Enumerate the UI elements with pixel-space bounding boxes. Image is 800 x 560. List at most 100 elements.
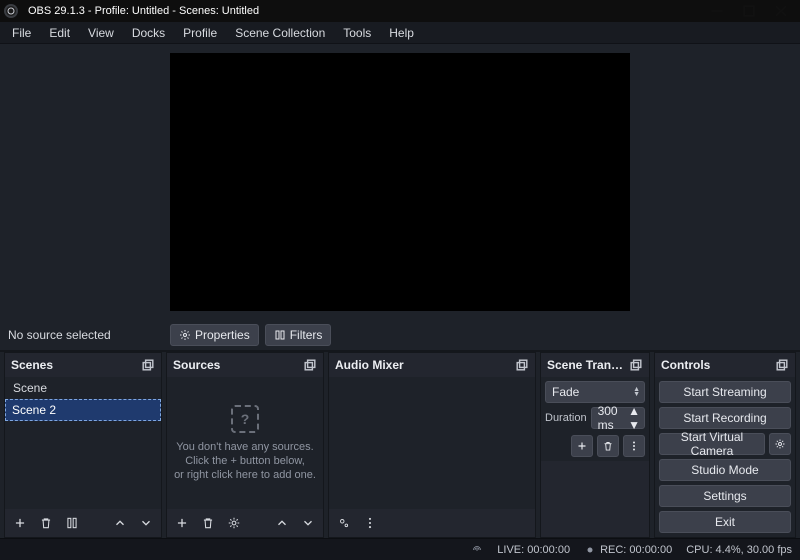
menu-docks[interactable]: Docks — [124, 24, 173, 42]
dots-vertical-icon — [627, 439, 641, 453]
preview-canvas[interactable] — [170, 53, 630, 311]
menu-profile[interactable]: Profile — [175, 24, 225, 42]
status-signal — [471, 544, 483, 556]
updown-icon: ▲▼ — [633, 387, 640, 397]
virtual-camera-settings-button[interactable] — [769, 433, 791, 455]
remove-source-button[interactable] — [197, 512, 219, 534]
transition-select[interactable]: Fade ▲▼ — [545, 381, 645, 403]
chevron-up-icon — [113, 516, 127, 530]
transition-properties-button[interactable] — [623, 435, 645, 457]
move-source-down-button[interactable] — [297, 512, 319, 534]
scenes-toolbar — [5, 509, 161, 537]
source-toolbar: No source selected Properties Filters — [0, 320, 800, 352]
mixer-menu-button[interactable] — [359, 512, 381, 534]
menu-tools[interactable]: Tools — [335, 24, 379, 42]
trash-icon — [39, 516, 53, 530]
exit-button[interactable]: Exit — [659, 511, 791, 533]
sources-header: Sources — [167, 353, 323, 377]
question-icon: ? — [231, 405, 259, 433]
minimize-button[interactable] — [710, 4, 724, 18]
menu-edit[interactable]: Edit — [41, 24, 78, 42]
scene-item[interactable]: Scene — [5, 377, 161, 399]
settings-button[interactable]: Settings — [659, 485, 791, 507]
sources-list[interactable]: ? You don't have any sources. Click the … — [167, 377, 323, 509]
chevron-down-icon — [139, 516, 153, 530]
sources-empty-state: ? You don't have any sources. Click the … — [167, 377, 323, 509]
menu-view[interactable]: View — [80, 24, 122, 42]
broadcast-icon — [471, 544, 483, 556]
updown-icon: ▲▼ — [628, 404, 640, 432]
move-scene-down-button[interactable] — [135, 512, 157, 534]
dots-vertical-icon — [363, 516, 377, 530]
gear-icon — [227, 516, 241, 530]
duration-label: Duration — [545, 412, 587, 424]
close-button[interactable] — [774, 4, 788, 18]
sources-dock: Sources ? You don't have any sources. Cl… — [166, 352, 324, 538]
scene-transitions-dock: Scene Transitions Fade ▲▼ Duration 300 m… — [540, 352, 650, 538]
plus-icon — [13, 516, 27, 530]
statusbar: LIVE: 00:00:00 REC: 00:00:00 CPU: 4.4%, … — [0, 538, 800, 560]
maximize-button[interactable] — [742, 4, 756, 18]
trash-icon — [601, 439, 615, 453]
popout-icon[interactable] — [141, 358, 155, 372]
menu-file[interactable]: File — [4, 24, 39, 42]
duration-spinner[interactable]: 300 ms ▲▼ — [591, 407, 645, 429]
scenes-header: Scenes — [5, 353, 161, 377]
controls-header: Controls — [655, 353, 795, 377]
controls-dock: Controls Start Streaming Start Recording… — [654, 352, 796, 538]
popout-icon[interactable] — [629, 358, 643, 372]
gear-icon — [179, 329, 191, 341]
menu-scene-collection[interactable]: Scene Collection — [227, 24, 333, 42]
window-controls — [710, 4, 796, 18]
gears-icon — [337, 516, 351, 530]
move-scene-up-button[interactable] — [109, 512, 131, 534]
audio-mixer-header: Audio Mixer — [329, 353, 535, 377]
status-cpu: CPU: 4.4%, 30.00 fps — [686, 544, 792, 556]
properties-button[interactable]: Properties — [170, 324, 259, 346]
scene-filters-button[interactable] — [61, 512, 83, 534]
start-recording-button[interactable]: Start Recording — [659, 407, 791, 429]
status-rec: REC: 00:00:00 — [584, 544, 672, 556]
titlebar: OBS 29.1.3 - Profile: Untitled - Scenes:… — [0, 0, 800, 22]
scenes-dock: Scenes Scene Scene 2 — [4, 352, 162, 538]
window-title: OBS 29.1.3 - Profile: Untitled - Scenes:… — [24, 5, 710, 17]
add-transition-button[interactable] — [571, 435, 593, 457]
chevron-up-icon — [275, 516, 289, 530]
no-source-label: No source selected — [6, 328, 164, 342]
controls-body: Start Streaming Start Recording Start Vi… — [655, 377, 795, 537]
scene-item[interactable]: Scene 2 — [5, 399, 161, 421]
status-live: LIVE: 00:00:00 — [497, 544, 570, 556]
obs-logo-icon — [4, 4, 18, 18]
plus-icon — [575, 439, 589, 453]
trash-icon — [201, 516, 215, 530]
menubar: File Edit View Docks Profile Scene Colle… — [0, 22, 800, 44]
preview-area — [0, 44, 800, 320]
filters-icon — [274, 329, 286, 341]
studio-mode-button[interactable]: Studio Mode — [659, 459, 791, 481]
popout-icon[interactable] — [515, 358, 529, 372]
record-icon — [584, 544, 596, 556]
transitions-body: Fade ▲▼ Duration 300 ms ▲▼ — [541, 377, 649, 461]
remove-scene-button[interactable] — [35, 512, 57, 534]
add-source-button[interactable] — [171, 512, 193, 534]
filter-icon — [65, 516, 79, 530]
advanced-audio-button[interactable] — [333, 512, 355, 534]
popout-icon[interactable] — [775, 358, 789, 372]
filters-button[interactable]: Filters — [265, 324, 332, 346]
source-properties-button[interactable] — [223, 512, 245, 534]
remove-transition-button[interactable] — [597, 435, 619, 457]
mixer-toolbar — [329, 509, 535, 537]
start-streaming-button[interactable]: Start Streaming — [659, 381, 791, 403]
start-virtual-camera-button[interactable]: Start Virtual Camera — [659, 433, 765, 455]
mixer-body — [329, 377, 535, 509]
popout-icon[interactable] — [303, 358, 317, 372]
transitions-header: Scene Transitions — [541, 353, 649, 377]
docks-row: Scenes Scene Scene 2 Sources ? You don't… — [0, 352, 800, 538]
move-source-up-button[interactable] — [271, 512, 293, 534]
scenes-list[interactable]: Scene Scene 2 — [5, 377, 161, 509]
plus-icon — [175, 516, 189, 530]
chevron-down-icon — [301, 516, 315, 530]
menu-help[interactable]: Help — [381, 24, 422, 42]
gear-icon — [774, 438, 786, 450]
add-scene-button[interactable] — [9, 512, 31, 534]
